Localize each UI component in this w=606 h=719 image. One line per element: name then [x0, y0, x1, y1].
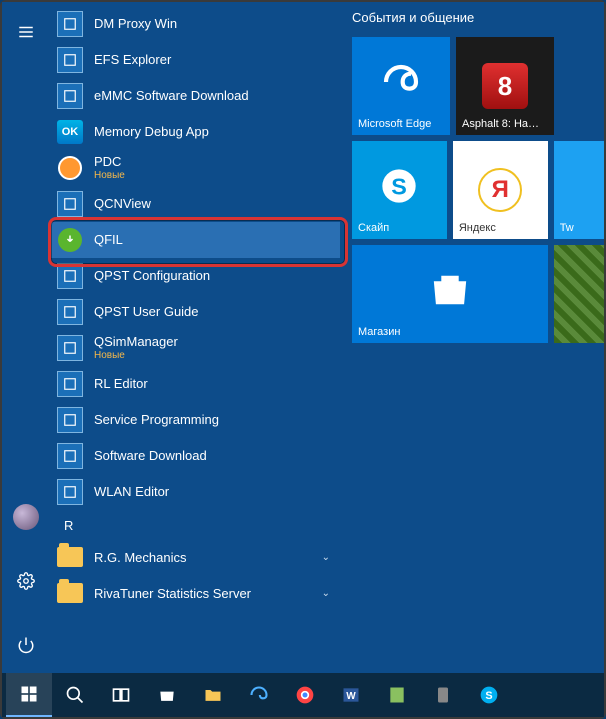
app-label: RL Editor — [94, 376, 148, 392]
svg-text:S: S — [485, 690, 492, 702]
tile-label: Asphalt 8: Ha… — [462, 118, 550, 130]
tile-store[interactable]: Магазин — [352, 245, 548, 343]
taskbar-device-button[interactable] — [420, 673, 466, 717]
folder-label: RivaTuner Statistics Server — [94, 586, 251, 601]
tile-edge[interactable]: Microsoft Edge — [352, 37, 450, 135]
app-icon — [56, 154, 84, 182]
minecraft-icon — [554, 245, 604, 343]
app-icon — [56, 82, 84, 110]
app-item-qpst-configuration[interactable]: QPST Configuration — [50, 258, 340, 294]
app-icon: OK — [56, 118, 84, 146]
app-item-wlan-editor[interactable]: WLAN Editor — [50, 474, 340, 510]
app-list[interactable]: DM Proxy Win EFS Explorer eMMC Software Do… — [50, 2, 340, 675]
app-icon — [56, 190, 84, 218]
app-icon — [56, 10, 84, 38]
taskbar-file-explorer-button[interactable] — [190, 673, 236, 717]
tile-xbox[interactable]: 8 Asphalt 8: Ha… — [456, 37, 554, 135]
app-label: eMMC Software Download — [94, 88, 249, 104]
user-account-button[interactable] — [4, 495, 48, 539]
tile-twitter[interactable]: Tw — [554, 141, 604, 239]
taskbar-search-button[interactable] — [52, 673, 98, 717]
yandex-icon: Я — [478, 168, 522, 212]
folder-label: R.G. Mechanics — [94, 550, 186, 565]
app-item-software-download[interactable]: Software Download — [50, 438, 340, 474]
store-icon — [428, 268, 472, 321]
taskbar-notepadpp-button[interactable] — [374, 673, 420, 717]
folder-item-r-g-mechanics[interactable]: R.G. Mechanics ⌄ — [50, 539, 340, 575]
tiles-panel: События и общение Microsoft Edge 8 Asphalt… — [340, 2, 604, 675]
app-icon — [56, 226, 84, 254]
app-item-efs-explorer[interactable]: EFS Explorer — [50, 42, 340, 78]
tile-minecraft[interactable] — [554, 245, 604, 343]
app-label: QFIL — [94, 232, 123, 248]
avatar-icon — [13, 504, 39, 530]
svg-text:S: S — [392, 173, 408, 199]
tile-label: Tw — [560, 222, 600, 234]
app-label: Memory Debug App — [94, 124, 209, 140]
left-rail — [2, 2, 50, 675]
app-label: DM Proxy Win — [94, 16, 177, 32]
taskbar-start-button[interactable] — [6, 673, 52, 717]
section-letter[interactable]: R — [50, 510, 340, 539]
app-item-emmc-software-download[interactable]: eMMC Software Download — [50, 78, 340, 114]
app-label: WLAN Editor — [94, 484, 169, 500]
app-item-qfil[interactable]: QFIL — [50, 222, 340, 258]
app-icon — [56, 298, 84, 326]
app-item-memory-debug-app[interactable]: OK Memory Debug App — [50, 114, 340, 150]
start-menu: DM Proxy Win EFS Explorer eMMC Software Do… — [2, 2, 604, 675]
app-label: QPST Configuration — [94, 268, 210, 284]
svg-text:W: W — [346, 691, 356, 702]
app-label: Service Programming — [94, 412, 219, 428]
app-label: EFS Explorer — [94, 52, 171, 68]
app-item-rl-editor[interactable]: RL Editor — [50, 366, 340, 402]
tile-label: Магазин — [358, 326, 544, 338]
app-icon — [56, 46, 84, 74]
app-item-qsimmanager[interactable]: QSimManagerНовые — [50, 330, 340, 366]
hamburger-menu-button[interactable] — [4, 10, 48, 54]
app-item-pdc[interactable]: PDCНовые — [50, 150, 340, 186]
app-icon — [56, 334, 84, 362]
edge-icon — [381, 62, 421, 111]
app-label: QSimManager — [94, 334, 178, 350]
taskbar-edge-button[interactable] — [236, 673, 282, 717]
folder-item-rivatuner-statistics-server[interactable]: RivaTuner Statistics Server ⌄ — [50, 575, 340, 611]
tile-skype[interactable]: S Скайп — [352, 141, 447, 239]
app-icon — [56, 478, 84, 506]
tiles-heading: События и общение — [352, 10, 604, 25]
taskbar-taskview-button[interactable] — [98, 673, 144, 717]
app-icon — [56, 370, 84, 398]
app-item-qcnview[interactable]: QCNView — [50, 186, 340, 222]
app-icon — [56, 262, 84, 290]
chevron-down-icon: ⌄ — [322, 588, 330, 599]
taskbar-chrome-button[interactable] — [282, 673, 328, 717]
tile-label: Яндекс — [459, 222, 544, 234]
app-sublabel: Новые — [94, 170, 125, 182]
taskbar-store-button[interactable] — [144, 673, 190, 717]
tile-label: Скайп — [358, 222, 443, 234]
xbox-icon: 8 — [482, 63, 528, 109]
tile-label: Microsoft Edge — [358, 118, 446, 130]
app-sublabel: Новые — [94, 350, 178, 362]
app-label: Software Download — [94, 448, 207, 464]
power-button[interactable] — [4, 623, 48, 667]
app-item-dm-proxy-win[interactable]: DM Proxy Win — [50, 6, 340, 42]
folder-icon — [56, 579, 84, 607]
tile-yandex[interactable]: Я Яндекс — [453, 141, 548, 239]
app-icon — [56, 406, 84, 434]
app-icon — [56, 442, 84, 470]
taskbar-word-button[interactable]: W — [328, 673, 374, 717]
app-item-qpst-user-guide[interactable]: QPST User Guide — [50, 294, 340, 330]
taskbar: WS — [2, 673, 604, 717]
app-item-service-programming[interactable]: Service Programming — [50, 402, 340, 438]
taskbar-skype-button[interactable]: S — [466, 673, 512, 717]
chevron-down-icon: ⌄ — [322, 552, 330, 563]
app-label: PDC — [94, 154, 125, 170]
settings-button[interactable] — [4, 559, 48, 603]
app-label: QCNView — [94, 196, 151, 212]
skype-icon: S — [379, 166, 419, 215]
app-label: QPST User Guide — [94, 304, 199, 320]
folder-icon — [56, 543, 84, 571]
